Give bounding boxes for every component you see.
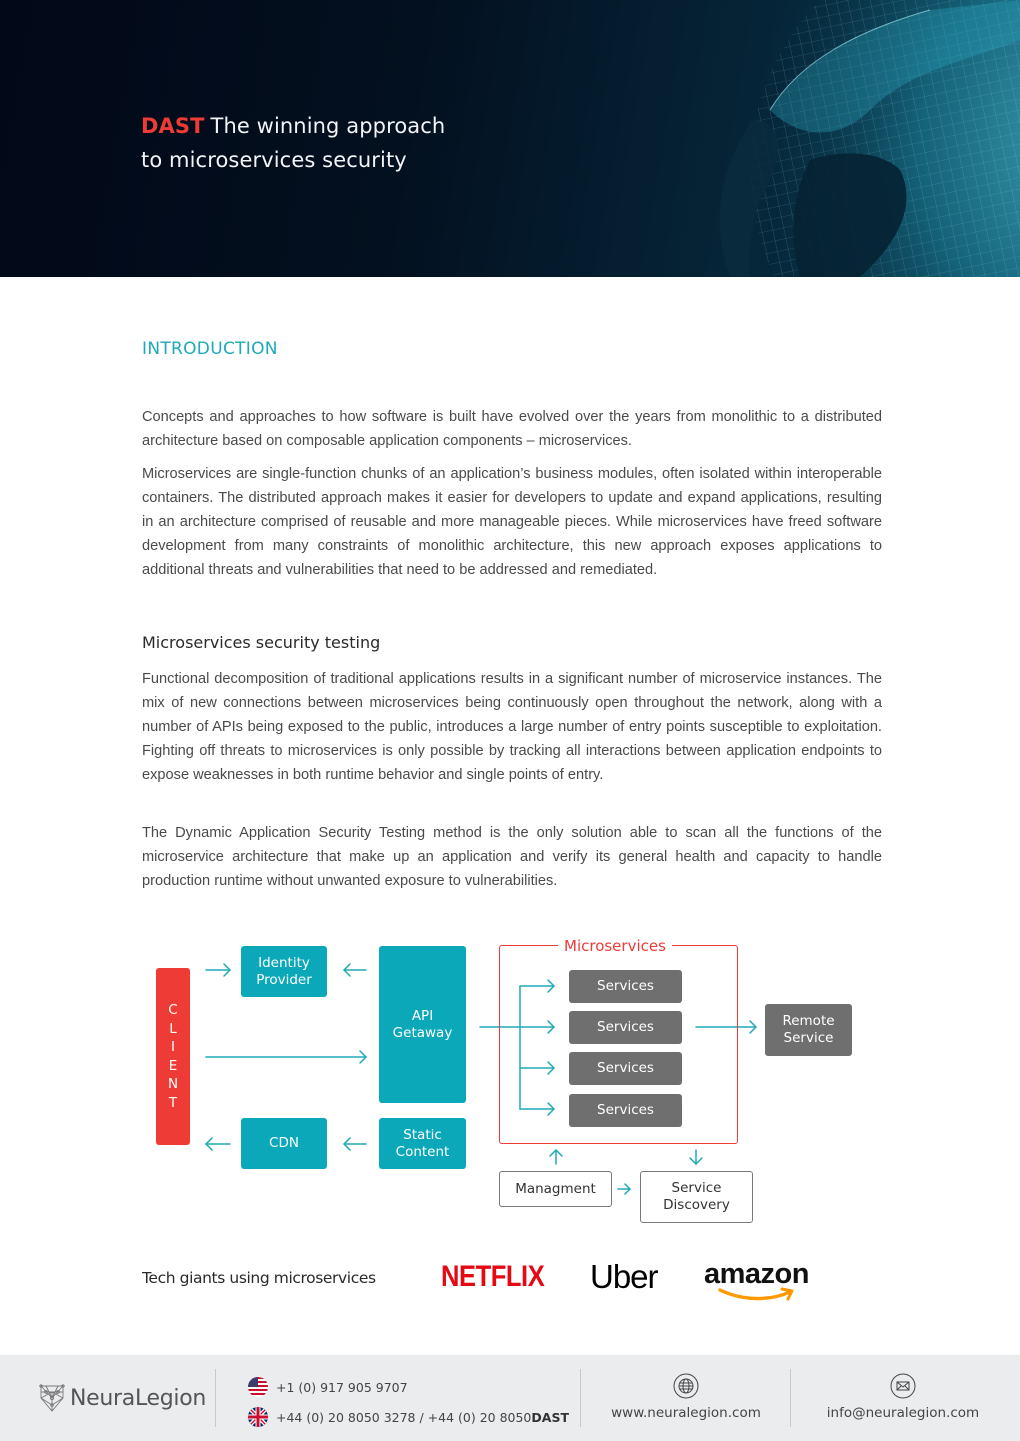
management-label: Managment xyxy=(515,1180,596,1197)
brand-name: NeuraLegion xyxy=(70,1385,207,1411)
static-content-label-2: Content xyxy=(395,1143,450,1160)
phone-us: +1 (0) 917 905 9707 xyxy=(248,1377,408,1397)
hero-title-line2: to microservices security xyxy=(141,148,407,172)
management-box: Managment xyxy=(499,1171,612,1207)
service-box: Services xyxy=(569,1011,682,1044)
identity-provider-label-1: Identity xyxy=(258,954,310,971)
service-box: Services xyxy=(569,1052,682,1085)
arrow-management-to-microservices xyxy=(549,1149,563,1165)
service-box: Services xyxy=(569,1094,682,1127)
service-box: Services xyxy=(569,970,682,1003)
phone-uk: +44 (0) 20 8050 3278 / +44 (0) 20 8050 D… xyxy=(248,1407,569,1427)
website-link[interactable]: www.neuralegion.com xyxy=(611,1405,761,1421)
mail-icon xyxy=(890,1373,916,1399)
service-discovery-box: Service Discovery xyxy=(640,1171,753,1223)
brand: NeuraLegion xyxy=(38,1383,206,1413)
hero-title-accent: DAST xyxy=(141,114,205,138)
intro-paragraph-1: Concepts and approaches to how software … xyxy=(142,409,882,449)
arrow-static-to-cdn xyxy=(343,1137,367,1151)
phone-us-number[interactable]: +1 (0) 917 905 9707 xyxy=(276,1380,408,1395)
arrow-client-to-api xyxy=(205,1050,367,1064)
uk-flag-icon xyxy=(248,1407,268,1427)
hero-banner: DAST The winning approach to microservice… xyxy=(0,0,1020,277)
static-content-box: Static Content xyxy=(379,1118,466,1169)
tech-giants-label: Tech giants using microservices xyxy=(142,1269,376,1287)
remote-service-label-1: Remote xyxy=(782,1013,835,1029)
phone-uk-number[interactable]: +44 (0) 20 8050 3278 / +44 (0) 20 8050 xyxy=(276,1410,531,1425)
email-contact: info@neuralegion.com xyxy=(803,1373,1003,1421)
api-gateway-label-1: API xyxy=(411,1008,434,1024)
service-label: Services xyxy=(597,1019,654,1035)
service-discovery-label-1: Service xyxy=(671,1180,722,1196)
hero-title: DAST The winning approach to microservice… xyxy=(141,109,445,177)
client-box: C L I E N T xyxy=(156,968,190,1145)
email-link[interactable]: info@neuralegion.com xyxy=(827,1405,979,1421)
service-label: Services xyxy=(597,978,654,994)
testing-heading: Microservices security testing xyxy=(142,633,381,652)
client-letter: C xyxy=(168,1002,178,1018)
service-discovery-label-2: Discovery xyxy=(663,1197,730,1213)
footer: NeuraLegion +1 (0) 917 905 9707 +44 (0) … xyxy=(0,1355,1020,1441)
globe-icon xyxy=(673,1373,699,1399)
service-label: Services xyxy=(597,1060,654,1076)
client-letter: L xyxy=(169,1020,177,1037)
api-gateway-box: API Getaway xyxy=(379,946,466,1103)
client-letter: T xyxy=(168,1094,178,1111)
phone-uk-dast[interactable]: DAST xyxy=(531,1410,569,1425)
footer-divider xyxy=(580,1369,581,1427)
microservices-label: Microservices xyxy=(558,937,672,955)
api-gateway-label-2: Getaway xyxy=(392,1025,453,1041)
identity-provider-label-2: Provider xyxy=(256,971,312,988)
us-flag-icon xyxy=(248,1377,268,1397)
arrow-client-to-identity xyxy=(205,963,231,977)
client-letter: E xyxy=(168,1057,178,1074)
testing-paragraph-1: Functional decomposition of traditional … xyxy=(142,671,882,783)
neuralegion-logo-icon xyxy=(39,1384,65,1412)
architecture-diagram: C L I E N T Identity Provider API Getawa… xyxy=(0,920,1020,1230)
static-content-label-1: Static xyxy=(403,1126,442,1143)
globe-wireframe-image xyxy=(719,0,1020,277)
hero-title-line1: The winning approach xyxy=(210,114,446,138)
netflix-logo: NETFLIX xyxy=(441,1260,545,1293)
intro-paragraph-2: Microservices are single-function chunks… xyxy=(142,466,882,578)
service-label: Services xyxy=(597,1102,654,1118)
testing-paragraph-2: The Dynamic Application Security Testing… xyxy=(142,825,882,889)
amazon-smile-icon xyxy=(718,1287,794,1301)
arrow-cdn-to-client xyxy=(205,1137,231,1151)
remote-service-label-2: Service xyxy=(783,1030,834,1046)
website-contact: www.neuralegion.com xyxy=(586,1373,786,1421)
arrow-management-to-discovery xyxy=(617,1183,631,1195)
uber-logo: Uber xyxy=(590,1258,659,1295)
client-letter: I xyxy=(171,1039,175,1055)
identity-provider-box: Identity Provider xyxy=(241,946,327,997)
cdn-label: CDN xyxy=(269,1135,299,1151)
cdn-box: CDN xyxy=(241,1118,327,1169)
intro-heading: INTRODUCTION xyxy=(142,339,278,359)
remote-service-box: Remote Service xyxy=(765,1004,852,1056)
arrow-api-to-identity xyxy=(343,963,367,977)
client-letter: N xyxy=(167,1076,179,1092)
footer-divider xyxy=(215,1369,216,1427)
arrow-microservices-to-discovery xyxy=(689,1149,703,1165)
footer-divider xyxy=(790,1369,791,1427)
